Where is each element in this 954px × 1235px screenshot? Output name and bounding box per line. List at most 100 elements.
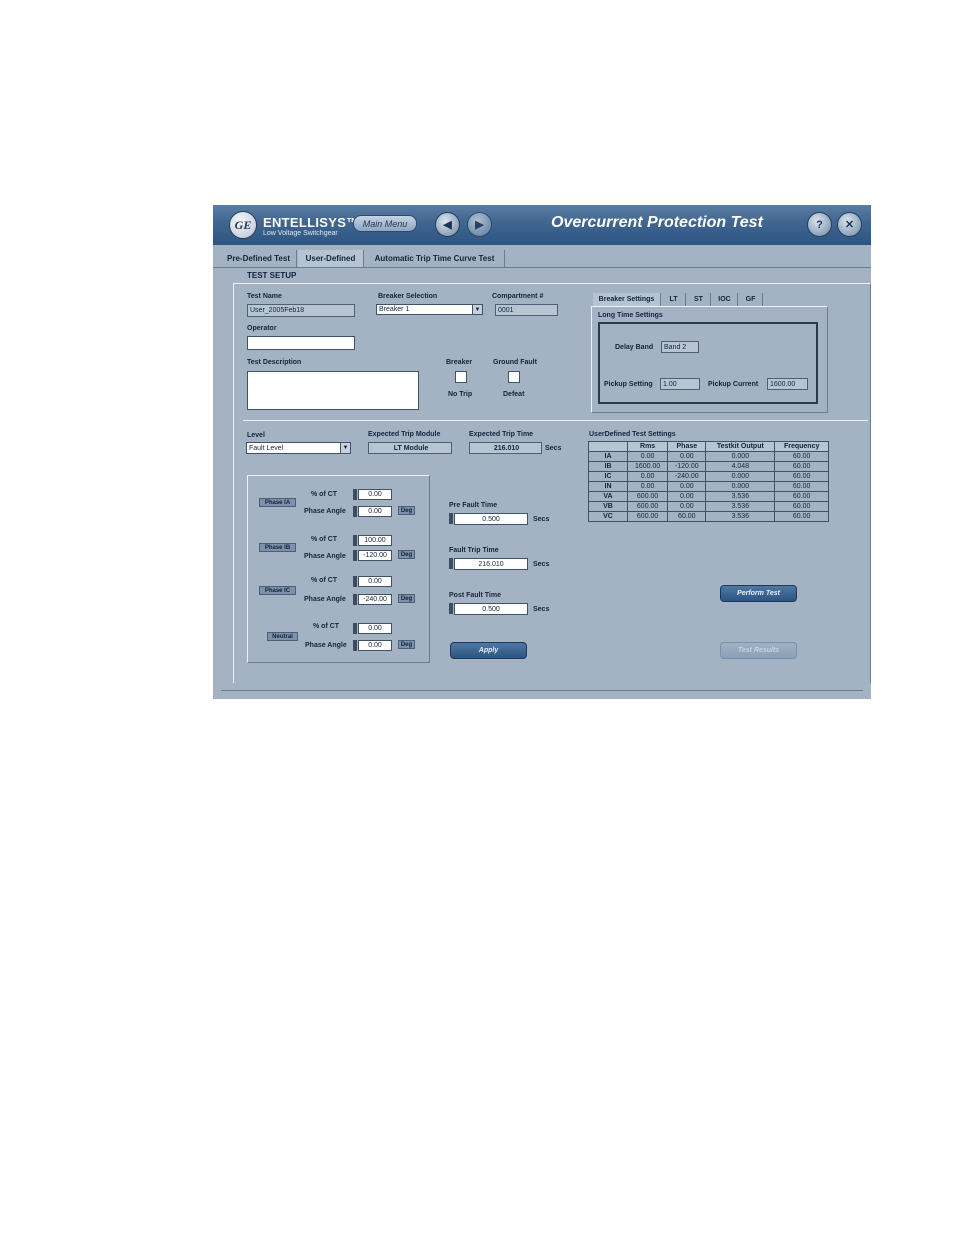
expected-trip-time-unit: Secs <box>545 445 562 452</box>
no-trip-checkbox[interactable] <box>455 371 467 383</box>
tab-user-defined[interactable]: User-Defined <box>298 250 364 267</box>
title-bar: GE ENTELLISYS™ Low Voltage Switchgear Ma… <box>213 205 871 245</box>
phase-ic-pct-input[interactable]: 0.00 <box>358 576 392 587</box>
pre-fault-time-input[interactable]: 0.500 <box>454 513 528 525</box>
pre-fault-time-label: Pre Fault Time <box>449 502 498 509</box>
tab-pre-defined[interactable]: Pre-Defined Test <box>221 250 297 267</box>
column-header: Testkit Output <box>705 441 776 452</box>
fault-trip-time-input[interactable]: 216.010 <box>454 558 528 570</box>
phase-ib-pct-stepper[interactable] <box>353 535 357 546</box>
table-cell: -240.00 <box>667 471 707 482</box>
perform-test-button[interactable]: Perform Test <box>720 585 797 602</box>
phase-ib-pct-input[interactable]: 100.00 <box>358 535 392 546</box>
expected-trip-time-label: Expected Trip Time <box>469 431 534 438</box>
phase-ia-deg-button[interactable]: Deg <box>398 506 415 515</box>
table-cell: 0.00 <box>667 451 707 462</box>
phase-ib-angle-stepper[interactable] <box>353 550 357 561</box>
table-row: IB 1600.00 -120.00 4.048 60.00 <box>588 461 829 472</box>
chevron-down-icon[interactable]: ▼ <box>340 443 350 453</box>
pickup-setting-label: Pickup Setting <box>604 381 653 388</box>
neutral-deg-button[interactable]: Deg <box>398 640 415 649</box>
neutral-angle-input[interactable]: 0.00 <box>358 640 392 651</box>
brand-name: ENTELLISYS™ <box>263 215 360 230</box>
post-fault-time-label: Post Fault Time <box>449 592 501 599</box>
table-cell: 0.000 <box>705 481 776 492</box>
breaker-label: Breaker <box>446 359 473 366</box>
delay-band-label: Delay Band <box>615 344 654 351</box>
fault-trip-time-stepper[interactable] <box>449 558 453 569</box>
operator-input[interactable] <box>247 336 355 350</box>
phase-ib-angle-input[interactable]: -120.00 <box>358 550 392 561</box>
phase-ic-tag: Phase IC <box>259 586 296 595</box>
neutral-pct-input[interactable]: 0.00 <box>358 623 392 634</box>
table-cell: 0.000 <box>705 451 776 462</box>
table-cell: 600.00 <box>626 511 669 522</box>
ground-fault-defeat-checkbox[interactable] <box>508 371 520 383</box>
phase-ic-deg-button[interactable]: Deg <box>398 594 415 603</box>
delay-band-field: Band 2 <box>661 341 699 353</box>
test-results-button[interactable]: Test Results <box>720 642 797 659</box>
pickup-current-field: 1600.00 <box>767 378 808 390</box>
table-cell: 0.00 <box>667 491 707 502</box>
subtab-st[interactable]: ST <box>687 293 711 306</box>
table-cell: 60.00 <box>774 501 829 512</box>
post-fault-time-stepper[interactable] <box>449 603 453 614</box>
operator-label: Operator <box>247 325 277 332</box>
chevron-down-icon[interactable]: ▼ <box>472 305 482 314</box>
back-arrow-icon[interactable]: ◀ <box>435 212 460 237</box>
phase-ia-pct-input[interactable]: 0.00 <box>358 489 392 500</box>
tab-automatic-trip[interactable]: Automatic Trip Time Curve Test <box>365 250 505 267</box>
subtab-ioc[interactable]: IOC <box>712 293 738 306</box>
main-menu-button[interactable]: Main Menu <box>353 215 417 232</box>
page-title: Overcurrent Protection Test <box>551 214 763 231</box>
brand-subtitle: Low Voltage Switchgear <box>263 230 338 237</box>
column-header: Frequency <box>774 441 829 452</box>
ge-logo: GE <box>229 211 257 239</box>
defeat-label: Defeat <box>503 391 525 398</box>
expected-trip-module-label: Expected Trip Module <box>368 431 441 438</box>
expected-trip-time-field: 216.010 <box>469 442 542 454</box>
phase-ia-angle-input[interactable]: 0.00 <box>358 506 392 517</box>
table-cell: 1600.00 <box>626 461 669 472</box>
test-name-field[interactable]: User_2005Feb18 <box>247 304 355 317</box>
phase-ic-pct-stepper[interactable] <box>353 576 357 587</box>
subtab-gf[interactable]: GF <box>739 293 763 306</box>
subtab-lt[interactable]: LT <box>662 293 686 306</box>
table-cell: 0.00 <box>667 501 707 512</box>
table-cell: 3.536 <box>705 511 776 522</box>
phase-ic-angle-label: Phase Angle <box>304 596 346 603</box>
column-header: Phase <box>667 441 707 452</box>
post-fault-time-input[interactable]: 0.500 <box>454 603 528 615</box>
long-time-settings-group <box>598 322 818 404</box>
table-cell: IN <box>588 481 628 492</box>
pre-fault-time-stepper[interactable] <box>449 513 453 524</box>
apply-button[interactable]: Apply <box>450 642 527 659</box>
table-cell: 60.00 <box>667 511 707 522</box>
phase-ia-pct-stepper[interactable] <box>353 489 357 500</box>
subtab-breaker-settings[interactable]: Breaker Settings <box>593 293 661 306</box>
table-cell: IC <box>588 471 628 482</box>
table-cell: 600.00 <box>626 491 669 502</box>
pickup-setting-field: 1.00 <box>660 378 700 390</box>
neutral-pct-stepper[interactable] <box>353 623 357 634</box>
breaker-selection-dropdown[interactable]: Breaker 1 ▼ <box>376 304 483 315</box>
close-icon[interactable]: ✕ <box>837 212 862 237</box>
ground-fault-label: Ground Fault <box>493 359 537 366</box>
forward-arrow-icon[interactable]: ▶ <box>467 212 492 237</box>
table-cell: VA <box>588 491 628 502</box>
test-description-textarea[interactable] <box>247 371 419 410</box>
phase-ic-angle-input[interactable]: -240.00 <box>358 594 392 605</box>
table-cell: 3.536 <box>705 501 776 512</box>
phase-ib-deg-button[interactable]: Deg <box>398 550 415 559</box>
help-icon[interactable]: ? <box>807 212 832 237</box>
level-dropdown[interactable]: Fault Level ▼ <box>246 442 351 454</box>
phase-ib-tag: Phase IB <box>259 543 296 552</box>
neutral-angle-stepper[interactable] <box>353 640 357 651</box>
column-header: Rms <box>626 441 669 452</box>
phase-ic-angle-stepper[interactable] <box>353 594 357 605</box>
post-fault-time-unit: Secs <box>533 606 550 613</box>
phase-ia-angle-label: Phase Angle <box>304 508 346 515</box>
table-cell: 60.00 <box>774 461 829 472</box>
table-cell: 0.00 <box>626 481 669 492</box>
phase-ia-angle-stepper[interactable] <box>353 506 357 517</box>
